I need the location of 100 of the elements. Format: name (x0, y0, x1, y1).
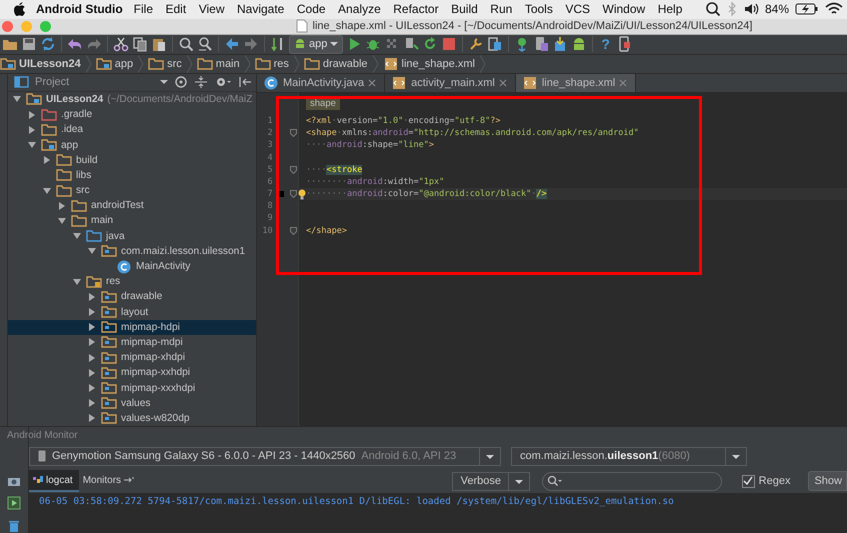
collapsed-arrow-icon[interactable] (87, 352, 97, 363)
tree-item[interactable]: app (8, 137, 256, 153)
menu-item[interactable]: Run (490, 2, 512, 16)
menu-item[interactable]: Build (451, 2, 478, 16)
menu-item[interactable]: Refactor (393, 2, 439, 16)
tree-item[interactable]: mipmap-hdpi (8, 320, 256, 335)
tree-item[interactable]: MainActivity (8, 258, 256, 274)
hide-icon[interactable] (238, 75, 252, 90)
monitor-tab[interactable]: Monitors (78, 470, 140, 492)
search-icon[interactable] (704, 1, 721, 18)
wifi-icon[interactable] (825, 2, 843, 16)
breadcrumb[interactable]: app (92, 56, 138, 72)
expanded-arrow-icon[interactable] (12, 94, 22, 104)
tree-item[interactable]: values (8, 396, 256, 411)
regex-checkbox[interactable] (742, 474, 755, 488)
menu-item[interactable]: Analyze (338, 2, 381, 16)
breadcrumb[interactable]: res (250, 56, 294, 72)
collapsed-arrow-icon[interactable] (57, 200, 67, 211)
collapsed-arrow-icon[interactable] (27, 110, 37, 120)
collapsed-arrow-icon[interactable] (87, 322, 97, 332)
process-dropdown[interactable]: com.maizi.lesson.uilesson1(6080) (511, 446, 747, 466)
menu-item[interactable]: Help (658, 2, 682, 16)
help-button[interactable]: ? (598, 36, 613, 52)
expanded-arrow-icon[interactable] (42, 186, 52, 196)
tree-item[interactable]: src (8, 183, 256, 198)
editor-tab[interactable]: MainActivity.java (257, 74, 386, 92)
menu-item[interactable]: File (134, 2, 153, 16)
menu-item[interactable]: Tools (524, 2, 553, 16)
fold-icon[interactable] (290, 226, 297, 235)
breadcrumb[interactable]: drawable (300, 56, 373, 72)
tree-item[interactable]: main (8, 213, 256, 229)
project-view-dropdown[interactable]: Project (14, 75, 168, 90)
collapsed-arrow-icon[interactable] (87, 368, 97, 378)
collapsed-arrow-icon[interactable] (87, 337, 97, 348)
play-icon[interactable] (7, 496, 21, 510)
collapsed-arrow-icon[interactable] (42, 155, 52, 166)
close-icon[interactable] (368, 78, 376, 87)
trash-icon[interactable] (8, 519, 20, 533)
tree-item[interactable]: UILesson24 (~/Documents/AndroidDev/MaiZ (8, 92, 256, 108)
expanded-arrow-icon[interactable] (27, 140, 37, 150)
tree-item[interactable]: libs (8, 168, 256, 183)
monitor-tab[interactable]: logcat (29, 470, 79, 492)
breadcrumb[interactable]: src (144, 56, 187, 72)
menu-item[interactable]: Code (296, 2, 326, 16)
back-arrow-icon[interactable] (224, 36, 240, 52)
expanded-arrow-icon[interactable] (57, 216, 67, 226)
fold-icon[interactable] (290, 166, 297, 174)
search-field[interactable] (542, 472, 722, 490)
collapsed-arrow-icon[interactable] (87, 413, 97, 424)
collapsed-arrow-icon[interactable] (87, 307, 97, 318)
cut-icon[interactable] (113, 36, 129, 52)
attach-icon[interactable] (403, 36, 420, 52)
close-icon[interactable] (498, 78, 507, 87)
tree-item[interactable]: .idea (8, 122, 256, 138)
menu-item[interactable]: Window (602, 2, 646, 16)
menu-item[interactable]: View (198, 2, 224, 16)
show-button[interactable]: Show (808, 471, 847, 491)
menu-item[interactable]: VCS (565, 2, 590, 16)
collapsed-arrow-icon[interactable] (27, 124, 37, 135)
lightbulb-icon[interactable] (298, 188, 306, 200)
forward-arrow-icon[interactable] (243, 36, 259, 52)
structure-icon[interactable] (487, 36, 504, 52)
tree-item[interactable]: androidTest (8, 198, 256, 214)
tree-item[interactable]: build (8, 152, 256, 168)
device-dropdown[interactable]: Genymotion Samsung Galaxy S6 - 6.0.0 - API 23 - 1440x2560 Android 6.0, API 23 (29, 446, 501, 466)
editor-tab[interactable]: line_shape.xml (516, 74, 636, 92)
tree-item[interactable]: mipmap-mdpi (8, 334, 256, 350)
tree-item[interactable]: values-w820dp (8, 410, 256, 426)
search-icon[interactable] (178, 36, 194, 52)
collapse-icon[interactable] (194, 75, 208, 90)
expanded-arrow-icon[interactable] (72, 276, 82, 287)
breadcrumb[interactable]: UILesson24 (0, 56, 86, 72)
collapsed-arrow-icon[interactable] (87, 383, 97, 394)
breadcrumb[interactable]: line_shape.xml (378, 56, 480, 72)
menu-item[interactable]: Navigate (236, 2, 284, 16)
camera-icon[interactable] (7, 475, 21, 487)
tree-item[interactable]: mipmap-xxxhdpi (8, 380, 256, 396)
log-level-dropdown[interactable]: Verbose (452, 472, 530, 490)
tree-item[interactable]: mipmap-xxhdpi (8, 365, 256, 380)
app-menu[interactable]: Android Studio (36, 2, 123, 16)
tree-item[interactable]: layout (8, 304, 256, 320)
run-config-dropdown[interactable]: app (289, 34, 344, 54)
tree-item[interactable]: drawable (8, 289, 256, 304)
editor-tab[interactable]: activity_main.xml (385, 74, 516, 92)
expanded-arrow-icon[interactable] (87, 246, 97, 256)
save-icon[interactable] (21, 36, 37, 52)
tree-item[interactable]: .gradle (8, 107, 256, 122)
breadcrumb[interactable]: main (192, 56, 245, 72)
collapsed-arrow-icon[interactable] (87, 398, 97, 408)
paste-icon[interactable] (151, 36, 167, 52)
copy-icon[interactable] (132, 36, 148, 52)
battery-icon[interactable] (795, 2, 819, 16)
target-icon[interactable] (174, 75, 188, 90)
tree-item[interactable]: java (8, 228, 256, 244)
stop-icon[interactable] (441, 36, 458, 52)
tree-item[interactable]: res (8, 274, 256, 290)
sync-icon[interactable] (40, 36, 56, 52)
wrench-icon[interactable] (468, 36, 484, 52)
expanded-arrow-icon[interactable] (72, 231, 82, 242)
tree-item[interactable]: mipmap-xhdpi (8, 350, 256, 366)
